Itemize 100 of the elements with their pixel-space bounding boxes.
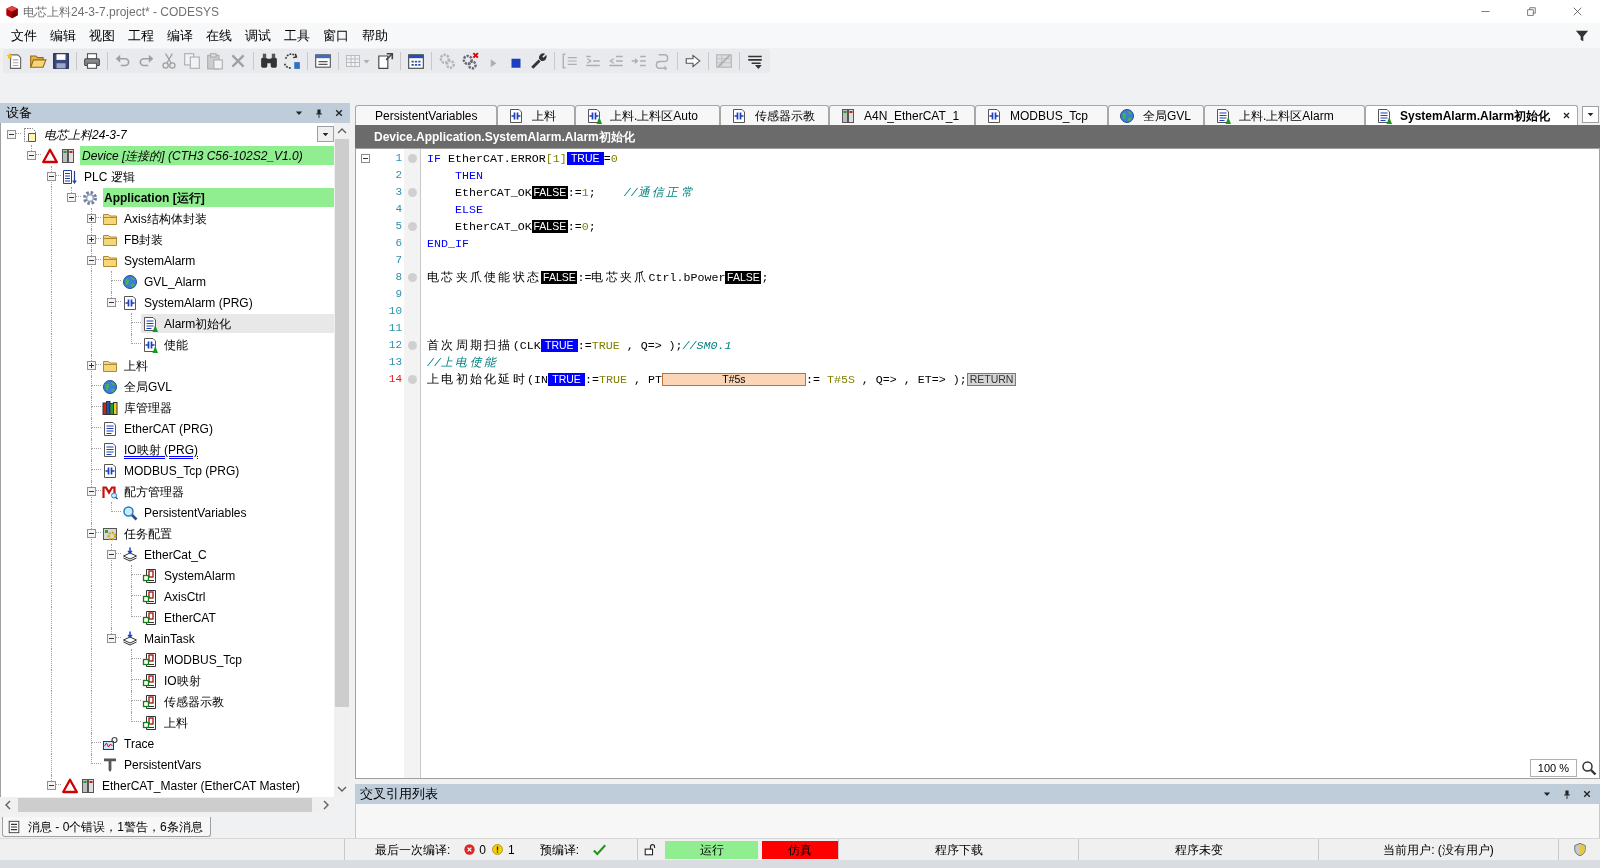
padlock-icon[interactable] [643,843,657,856]
plus-box-icon[interactable] [87,235,96,244]
window-icon[interactable] [314,52,332,70]
menu-item[interactable]: 调试 [238,25,277,46]
close-icon[interactable] [334,108,344,118]
tree-item[interactable]: EtherCAT (PRG) [101,419,217,438]
minus-box-icon[interactable] [87,487,96,496]
menu-item[interactable]: 文件 [4,25,43,46]
tree-item[interactable]: SystemAlarm [141,566,240,585]
tree-item[interactable]: AxisCtrl [141,587,210,606]
tree-item[interactable]: PersistentVars [101,755,206,774]
menu-item[interactable]: 视图 [82,25,121,46]
editor-tab[interactable]: 上料.上料区Alarm [1204,105,1365,125]
new-file-icon[interactable] [6,52,24,70]
restore-icon[interactable] [1525,6,1537,17]
document-blocks-icon [142,672,158,689]
dropdown-button[interactable] [317,126,334,142]
dropdown-button[interactable] [1582,106,1599,123]
close-icon[interactable] [1582,789,1592,799]
open-folder-icon[interactable] [29,52,47,70]
tree-item[interactable]: IO映射 (PRG) [101,440,202,459]
printer-icon[interactable] [83,52,101,70]
tree-item[interactable]: MainTask [121,629,199,648]
tree-item[interactable]: 配方管理器 [101,482,188,501]
tree-item[interactable]: Trace [101,734,159,753]
tree-item[interactable]: 电芯上料24-3-7 [21,125,131,144]
tree-item[interactable]: PersistentVariables [121,503,251,522]
calendar-icon[interactable] [407,52,425,70]
close-icon[interactable] [1562,111,1571,120]
editor-tab[interactable]: 全局GVL [1108,105,1204,125]
zigzag-magnifier-icon [102,483,118,500]
menu-item[interactable]: 在线 [199,25,238,46]
gears-cross-icon[interactable] [461,52,479,70]
tree-item[interactable]: Device [连接的] (CTH3 C56-102S2_V1.0) [41,146,334,165]
check-icon [592,842,608,857]
line-number: 13 [387,355,403,371]
minus-box-icon[interactable] [47,781,56,790]
editor-tab[interactable]: PersistentVariables [355,105,497,125]
minus-box-icon[interactable] [27,151,36,160]
minus-box-icon[interactable] [87,256,96,265]
menu-item[interactable]: 编译 [160,25,199,46]
minus-box-icon[interactable] [7,130,16,139]
tree-item[interactable]: 传感器示教 [141,692,228,711]
menu-item[interactable]: 窗口 [316,25,355,46]
minus-box-icon[interactable] [107,634,116,643]
replace-arrows-icon[interactable] [283,52,301,70]
editor-tab[interactable]: A4N_EtherCAT_1 [829,105,975,125]
editor-tab[interactable]: 传感器示教 [720,105,829,125]
tree-item[interactable]: EtherCAT [141,608,220,627]
line-number: 11 [387,321,403,337]
scrollbar-thumb[interactable] [335,139,349,707]
document-arrow-icon[interactable] [376,52,394,70]
tree-item[interactable]: EtherCat_C [121,545,211,564]
tree-item[interactable]: 任务配置 [101,524,176,543]
tree-item[interactable]: SystemAlarm (PRG) [121,293,257,312]
filter-icon[interactable] [1575,28,1589,43]
minus-box-icon[interactable] [87,529,96,538]
messages-tab[interactable]: 消息 - 0个错误，1警告，6条消息 [2,817,211,837]
editor-tab[interactable]: 上料.上料区Auto [575,105,720,125]
magnifier-icon[interactable] [1581,760,1597,776]
tree-item[interactable]: Axis结构体封装 [101,209,211,228]
tree-item[interactable]: 上料 [141,713,192,732]
tree-item[interactable]: 库管理器 [101,398,176,417]
menu-item[interactable]: 帮助 [355,25,394,46]
save-icon[interactable] [52,52,70,70]
scrollbar-thumb[interactable] [18,798,312,812]
menu-item[interactable]: 工程 [121,25,160,46]
minus-box-icon[interactable] [361,154,370,163]
tree-item[interactable]: EtherCAT_Master (EtherCAT Master) [61,776,305,795]
editor-tab[interactable]: SystemAlarm.Alarm初始化 [1365,105,1578,125]
tree-item[interactable]: IO映射 [141,671,205,690]
code-keyword: END_IF [427,235,469,252]
shield-icon[interactable] [1572,842,1587,857]
zoom-level[interactable]: 100 % [1529,759,1577,777]
menu-item[interactable]: 工具 [277,25,316,46]
tree-item[interactable]: 上料 [101,356,152,375]
minus-box-icon[interactable] [47,172,56,181]
tree-item[interactable]: GVL_Alarm [121,272,211,291]
wrench-icon[interactable] [530,52,548,70]
editor-tab[interactable]: MODBUS_Tcp [975,105,1108,125]
tree-item[interactable]: SystemAlarm [101,251,200,270]
minus-box-icon[interactable] [107,550,116,559]
tree-item[interactable]: Alarm初始化 [141,314,334,333]
tree-item[interactable]: 全局GVL [101,377,176,396]
tree-item[interactable]: 使能 [141,335,192,354]
panel-title: 设备 [6,104,32,123]
plus-box-icon[interactable] [87,214,96,223]
minus-box-icon[interactable] [67,193,76,202]
menu-item[interactable]: 编辑 [43,25,82,46]
tree-item[interactable]: MODBUS_Tcp [141,650,247,669]
binoculars-icon[interactable] [260,52,278,70]
plus-box-icon[interactable] [87,361,96,370]
editor-tab[interactable]: 上料 [497,105,575,125]
status-label: 预编译: [539,841,580,859]
tree-item[interactable]: PLC 逻辑 [61,167,139,186]
tree-item[interactable]: MODBUS_Tcp (PRG) [101,461,244,480]
minus-box-icon[interactable] [107,298,116,307]
arrow-right-icon[interactable] [684,52,702,70]
tree-item[interactable]: Application [运行] [81,188,334,207]
tree-item[interactable]: FB封装 [101,230,168,249]
